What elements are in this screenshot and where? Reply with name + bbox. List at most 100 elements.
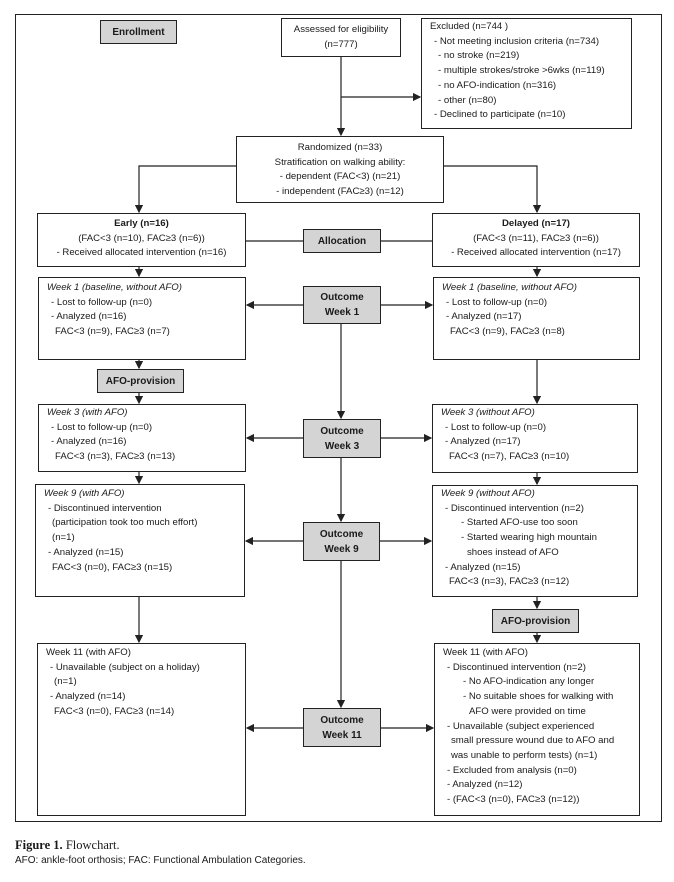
box-line: - Analyzed (n=15): [48, 546, 124, 558]
box-line: - no stroke (n=219): [438, 50, 520, 62]
stage-afo-provision-delayed: AFO-provision: [492, 609, 579, 633]
box-line: - Analyzed (n=15): [445, 561, 521, 573]
stage-label: Outcome: [319, 528, 364, 540]
early-group-box: Early (n=16) (FAC<3 (n=10), FAC≥3 (n=6))…: [37, 213, 246, 267]
stage-label: Week 3: [324, 440, 360, 452]
box-line: Week 3 (without AFO): [441, 407, 535, 418]
box-line: - Excluded from analysis (n=0): [447, 764, 577, 776]
box-line: (FAC<3 (n=11), FAC≥3 (n=6)): [473, 232, 599, 244]
box-line: - (FAC<3 (n=0), FAC≥3 (n=12)): [447, 794, 580, 806]
delayed-group-box: Delayed (n=17) (FAC<3 (n=11), FAC≥3 (n=6…: [432, 213, 640, 267]
box-line: - Analyzed (n=12): [447, 779, 523, 791]
delayed-week1-box: Week 1 (baseline, without AFO) - Lost to…: [433, 277, 640, 360]
box-line: - Discontinued intervention: [48, 502, 162, 514]
box-line: - Started wearing high mountain: [461, 532, 597, 544]
stage-label: Week 11: [322, 729, 362, 741]
box-line: - Analyzed (n=17): [445, 436, 521, 448]
stage-label: Week 1: [324, 307, 360, 318]
box-line: - No suitable shoes for walking with: [463, 691, 614, 703]
arrow-to-early: [134, 165, 236, 214]
box-line: - Unavailable (subject experienced: [447, 720, 595, 732]
box-line: - Unavailable (subject on a holiday): [50, 661, 200, 673]
early-week11-box: Week 11 (with AFO) - Unavailable (subjec…: [37, 643, 246, 816]
stage-label: Enrollment: [112, 26, 165, 38]
box-line: - Discontinued intervention (n=2): [447, 661, 586, 673]
box-line: Week 11 (with AFO): [46, 647, 131, 658]
box-line: Early (n=16): [114, 218, 169, 229]
delayed-week11-box: Week 11 (with AFO) - Discontinued interv…: [434, 643, 640, 816]
box-line: Excluded (n=744 ): [430, 21, 509, 32]
box-line: Week 1 (baseline, without AFO): [47, 282, 182, 293]
box-line: (participation took too much effort): [52, 517, 198, 529]
stage-label: Week 9: [324, 543, 359, 555]
box-line: - no AFO-indication (n=316): [438, 79, 557, 91]
stage-label: Outcome: [320, 714, 364, 726]
box-line: - dependent (FAC<3) (n=21): [279, 171, 401, 183]
box-line: - independent (FAC≥3) (n=12): [276, 186, 404, 198]
stage-label: AFO-provision: [105, 375, 176, 387]
box-line: (n=777): [324, 38, 358, 50]
stage-outcome-week9: Outcome Week 9: [303, 522, 380, 561]
figure-caption: Figure 1. Flowchart.: [15, 838, 120, 853]
box-line: - Lost to follow-up (n=0): [51, 421, 153, 433]
arrow-to-delayed: [444, 165, 542, 214]
box-line: - Analyzed (n=14): [50, 691, 126, 703]
box-line: - Received allocated intervention (n=16): [56, 247, 227, 259]
stage-outcome-week11: Outcome Week 11: [303, 708, 381, 747]
box-line: FAC<3 (n=0), FAC≥3 (n=14): [54, 705, 175, 717]
box-line: Assessed for eligibility: [293, 24, 389, 35]
figure-note: AFO: ankle-foot orthosis; FAC: Functiona…: [15, 855, 306, 866]
box-line: - Declined to participate (n=10): [434, 109, 566, 121]
box-line: (n=1): [52, 532, 75, 544]
early-week3-box: Week 3 (with AFO) - Lost to follow-up (n…: [38, 404, 246, 472]
box-line: small pressure wound due to AFO and: [451, 735, 615, 747]
figure-title: Flowchart.: [65, 838, 120, 852]
box-line: Week 9 (with AFO): [44, 488, 125, 499]
stage-afo-provision-early: AFO-provision: [97, 369, 184, 393]
box-line: - Received allocated intervention (n=17): [451, 247, 621, 259]
stage-label: Outcome: [320, 425, 364, 437]
box-line: - No AFO-indication any longer: [463, 676, 595, 688]
delayed-week9-box: Week 9 (without AFO) - Discontinued inte…: [432, 485, 638, 597]
box-line: Week 3 (with AFO): [47, 407, 128, 418]
box-line: AFO were provided on time: [469, 705, 586, 717]
excluded-box: Excluded (n=744 ) - Not meeting inclusio…: [421, 18, 632, 129]
box-line: (n=1): [54, 676, 77, 688]
figure-label: Figure 1.: [15, 838, 63, 852]
early-week1-box: Week 1 (baseline, without AFO) - Lost to…: [38, 277, 246, 360]
box-line: Week 9 (without AFO): [441, 488, 535, 499]
box-line: (FAC<3 (n=10), FAC≥3 (n=6)): [78, 232, 205, 244]
box-line: FAC<3 (n=9), FAC≥3 (n=8): [450, 326, 565, 338]
box-line: Week 1 (baseline, without AFO): [442, 282, 577, 293]
box-line: FAC<3 (n=7), FAC≥3 (n=10): [449, 451, 570, 463]
box-line: Stratification on walking ability:: [274, 156, 406, 168]
box-line: Randomized (n=33): [297, 142, 383, 153]
box-line: - Not meeting inclusion criteria (n=734): [434, 35, 600, 47]
box-line: shoes instead of AFO: [467, 546, 559, 558]
delayed-week3-box: Week 3 (without AFO) - Lost to follow-up…: [432, 404, 638, 473]
randomized-box: Randomized (n=33) Stratification on walk…: [236, 136, 444, 203]
box-line: - Analyzed (n=16): [51, 311, 127, 323]
box-line: Delayed (n=17): [502, 218, 570, 229]
box-line: FAC<3 (n=3), FAC≥3 (n=12): [449, 576, 570, 588]
stage-label: Outcome: [320, 292, 364, 303]
assessed-box: Assessed for eligibility (n=777): [281, 18, 401, 57]
stage-outcome-week1: Outcome Week 1: [303, 286, 381, 324]
box-line: FAC<3 (n=0), FAC≥3 (n=15): [52, 561, 173, 573]
stage-label: Allocation: [317, 235, 367, 247]
stage-allocation: Allocation: [303, 229, 381, 253]
stage-outcome-week3: Outcome Week 3: [303, 419, 381, 458]
box-line: FAC<3 (n=3), FAC≥3 (n=13): [55, 451, 176, 463]
box-line: - multiple strokes/stroke >6wks (n=119): [438, 65, 605, 77]
stage-label: AFO-provision: [500, 615, 571, 627]
stage-enrollment: Enrollment: [100, 20, 177, 44]
box-line: - Started AFO-use too soon: [461, 517, 578, 529]
box-line: - Analyzed (n=16): [51, 436, 127, 448]
box-line: Week 11 (with AFO): [443, 647, 528, 658]
box-line: FAC<3 (n=9), FAC≥3 (n=7): [55, 326, 170, 338]
box-line: - Lost to follow-up (n=0): [446, 296, 548, 308]
box-line: - Discontinued intervention (n=2): [445, 502, 584, 514]
box-line: - Lost to follow-up (n=0): [51, 296, 153, 308]
box-line: was unable to perform tests) (n=1): [451, 749, 598, 761]
box-line: - other (n=80): [438, 94, 497, 106]
